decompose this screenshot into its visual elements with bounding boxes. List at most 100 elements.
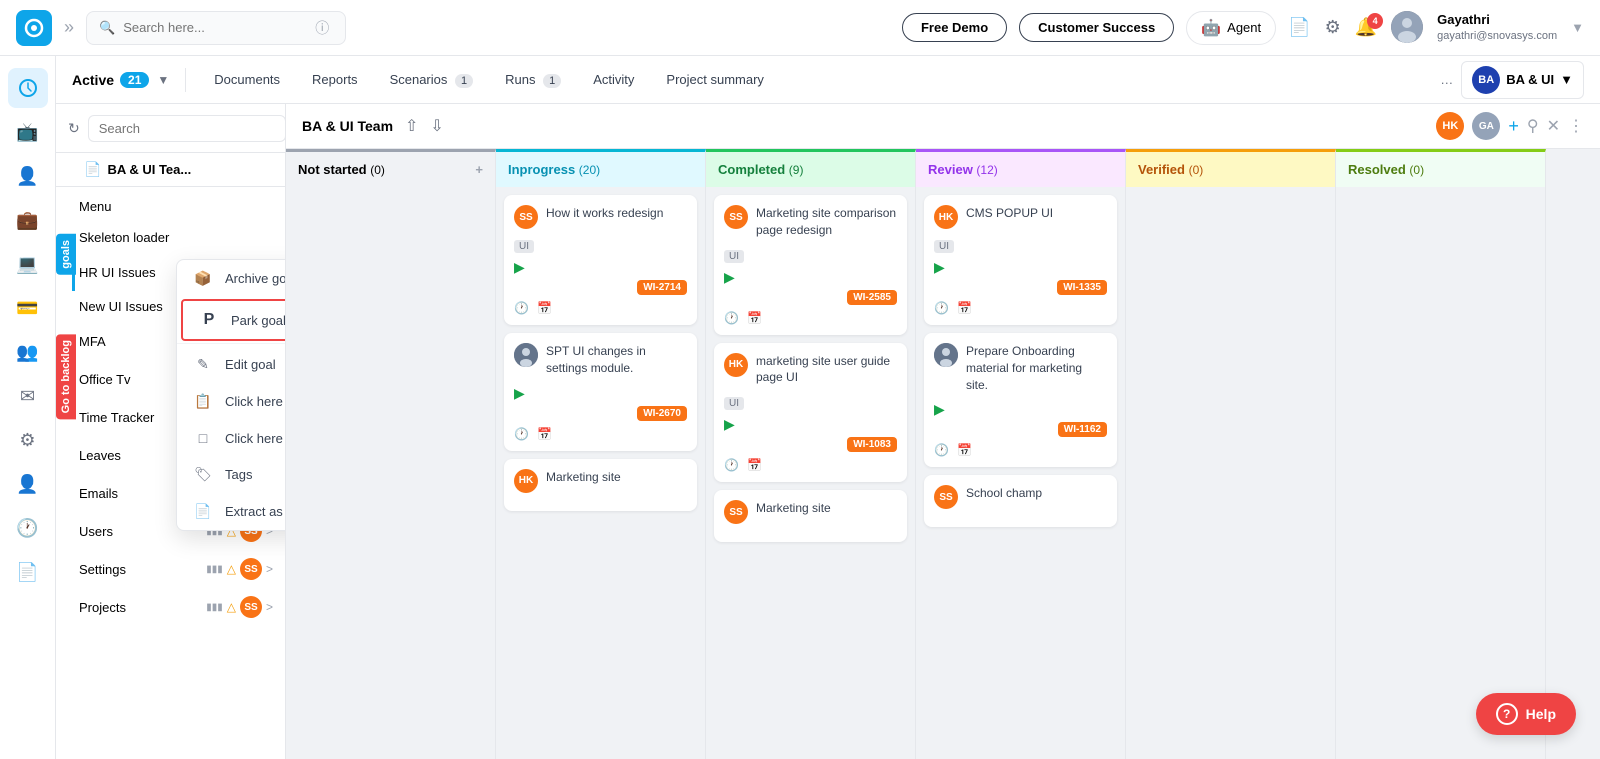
board-clear-icon[interactable]: ✕ [1547,116,1560,136]
card-marketing-comp2: SS Marketing site [714,490,907,542]
card-how-it-works: SS How it works redesign UI ▶ WI-2714 [504,195,697,325]
backlog-tab[interactable]: Go to backlog [56,334,76,419]
calendar-icon: 📅 [537,301,552,315]
menu-item-extract[interactable]: 📄 Extract as template [177,493,286,530]
settings-icon[interactable]: ⚙ [1325,17,1341,38]
nav-expander[interactable]: » [64,17,74,38]
user-dropdown-icon[interactable]: ▼ [1571,20,1584,35]
wi-badge: WI-2714 [637,280,687,295]
panel-search-input[interactable] [88,115,286,142]
column-completed: Completed (9) SS Marketing site comparis… [706,149,916,759]
menu-item-copy-link[interactable]: 📋 Click here to copy link [177,383,286,420]
active-badge: Active 21 [72,72,149,88]
menu-item-archive[interactable]: 📦 Archive goal [177,260,286,297]
scenarios-badge: 1 [455,74,473,88]
agent-button[interactable]: 🤖 Agent [1186,11,1276,45]
ss-avatar: SS [240,596,262,618]
board-filter-icon[interactable]: ⚲ [1527,116,1539,136]
tab-reports[interactable]: Reports [300,66,370,93]
avatar[interactable] [1391,11,1423,43]
ui-label-guide: UI [724,397,744,410]
context-menu: 📦 Archive goal P Park goal ✎ Edit goal 📋… [176,259,286,531]
panel-item-menu[interactable]: Menu [72,191,285,222]
ba-ui-button[interactable]: BA BA & UI ▼ [1461,61,1584,99]
col-body-verified [1126,187,1335,759]
sidebar-item-briefcase[interactable]: 💼 [8,200,48,240]
column-not-started: Not started (0) + [286,149,496,759]
download-icon[interactable]: ⇩ [430,116,443,136]
tab-documents[interactable]: Documents [202,66,292,93]
search-input[interactable] [123,20,303,35]
play-icon[interactable]: ▶ [934,401,945,418]
left-panel-header: ↻ ⚲ SS + [56,104,285,153]
app-logo[interactable] [16,10,52,46]
column-inprogress: Inprogress (20) SS How it works redesign… [496,149,706,759]
sidebar-item-group[interactable]: 👥 [8,332,48,372]
notification-icon[interactable]: 🔔 4 [1355,17,1377,38]
play-icon[interactable]: ▶ [724,416,735,433]
calendar-icon: 📅 [957,301,972,315]
tab-activity[interactable]: Activity [581,66,646,93]
panel-item-skeleton[interactable]: Skeleton loader [72,222,285,253]
menu-item-edit[interactable]: ✎ Edit goal [177,346,286,383]
board-more-icon[interactable]: ⋮ [1568,116,1584,136]
menu-item-tags[interactable]: 🏷 Tags [177,456,286,493]
play-icon[interactable]: ▶ [724,269,735,286]
notif-badge: 4 [1367,13,1383,29]
sidebar-item-tv[interactable]: 📺 [8,112,48,152]
col-header-resolved: Resolved (0) [1336,152,1545,187]
sidebar-item-clock[interactable] [8,68,48,108]
panel-item-settings[interactable]: Settings ▮▮▮ △ SS > [72,550,285,588]
col-header-completed: Completed (9) [706,152,915,187]
free-demo-button[interactable]: Free Demo [902,13,1007,42]
sub-nav: Active 21 ▼ Documents Reports Scenarios … [56,56,1600,104]
sidebar-item-person[interactable]: 👤 [8,156,48,196]
tab-project-summary[interactable]: Project summary [654,66,776,93]
bar-icon: ▮▮▮ [206,602,223,613]
col-body-completed: SS Marketing site comparison page redesi… [706,187,915,759]
team-avatar: BA [1472,66,1500,94]
card-avatar-onboard [934,343,958,367]
chevron-right-icon: > [266,600,273,614]
document-icon[interactable]: 📄 [1288,17,1310,38]
card-school-champ: SS School champ [924,475,1117,527]
sidebar-item-doc[interactable]: 📄 [8,552,48,592]
col-add-not-started[interactable]: + [475,162,483,177]
active-dropdown[interactable]: ▼ [157,73,169,87]
more-options[interactable]: … [1440,72,1453,87]
column-resolved: Resolved (0) [1336,149,1546,759]
play-icon[interactable]: ▶ [514,385,525,402]
sidebar-item-email[interactable]: ✉ [8,376,48,416]
menu-item-open-tab[interactable]: □ Click here to open in new tab [177,420,286,456]
sidebar-item-settings[interactable]: ⚙ [8,420,48,460]
archive-icon: 📦 [193,270,213,287]
upload-icon[interactable]: ⇧ [405,116,418,136]
column-review: Review (12) HK CMS POPUP UI UI ▶ [916,149,1126,759]
card-title-school: School champ [966,485,1042,502]
wi-badge-1335: WI-1335 [1057,280,1107,295]
user-email: gayathri@snovasys.com [1437,29,1557,44]
card-avatar-hk-rev: HK [934,205,958,229]
menu-item-park[interactable]: P Park goal [181,299,286,341]
wi-badge-2670: WI-2670 [637,406,687,421]
customer-success-button[interactable]: Customer Success [1019,13,1174,42]
col-body-inprogress: SS How it works redesign UI ▶ WI-2714 [496,187,705,759]
play-icon[interactable]: ▶ [514,259,525,276]
panel-item-projects[interactable]: Projects ▮▮▮ △ SS > [72,588,285,626]
tab-scenarios[interactable]: Scenarios 1 [378,66,486,93]
col-label-not-started: Not started (0) [298,162,385,177]
col-body-resolved [1336,187,1545,759]
tab-runs[interactable]: Runs 1 [493,66,573,93]
sidebar-item-user2[interactable]: 👤 [8,464,48,504]
wi-badge-1162: WI-1162 [1058,422,1107,437]
help-button[interactable]: ? Help [1476,693,1576,735]
info-icon[interactable]: ⓘ [315,18,329,38]
sidebar-item-card[interactable]: 💳 [8,288,48,328]
add-member-button[interactable]: + [1508,116,1519,137]
right-board: BA & UI Team ⇧ ⇩ HK GA + ⚲ ✕ ⋮ Not start… [286,104,1600,759]
goals-tab[interactable]: goals [56,234,76,275]
refresh-icon[interactable]: ↻ [68,120,80,137]
play-icon[interactable]: ▶ [934,259,945,276]
sidebar-item-history[interactable]: 🕐 [8,508,48,548]
sidebar-item-monitor[interactable]: 💻 [8,244,48,284]
